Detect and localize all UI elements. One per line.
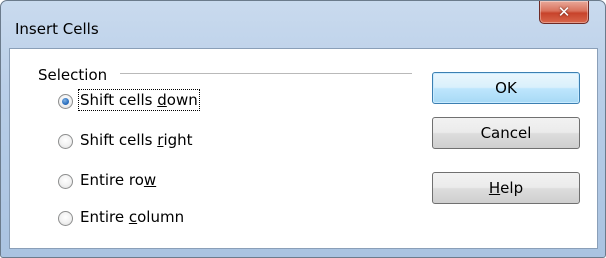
selection-group-label: Selection xyxy=(38,66,108,84)
ok-button[interactable]: OK xyxy=(432,72,580,104)
insert-cells-dialog: Insert Cells ✕ Selection Shift cells dow… xyxy=(0,0,606,258)
title-bar[interactable]: Insert Cells ✕ xyxy=(1,1,605,47)
dialog-title: Insert Cells xyxy=(15,20,99,38)
radio-button[interactable] xyxy=(58,174,73,189)
option-label: Shift cells right xyxy=(80,131,193,149)
option-label: Shift cells down xyxy=(78,89,200,111)
option-label: Entire column xyxy=(80,208,185,226)
cancel-button[interactable]: Cancel xyxy=(432,117,580,149)
dialog-body: Selection Shift cells down Shift cells r… xyxy=(9,48,598,249)
help-button[interactable]: Help xyxy=(432,172,580,204)
group-divider xyxy=(120,73,412,75)
radio-button[interactable] xyxy=(58,211,73,226)
radio-button[interactable] xyxy=(58,94,73,109)
close-button[interactable]: ✕ xyxy=(539,1,589,24)
option-label: Entire row xyxy=(80,171,157,189)
close-icon: ✕ xyxy=(557,3,571,21)
radio-button[interactable] xyxy=(58,134,73,149)
radio-selected-dot xyxy=(62,98,69,105)
